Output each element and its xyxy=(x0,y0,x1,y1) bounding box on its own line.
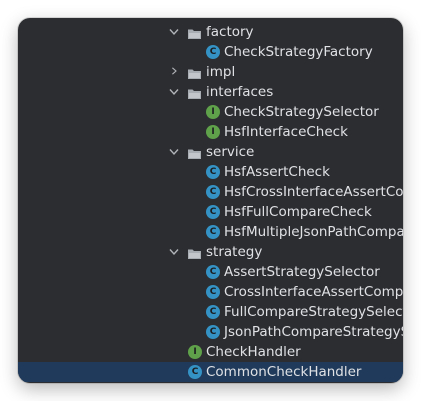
tree-item-label: FullCompareStrategySelect xyxy=(224,304,403,320)
interface-icon: I xyxy=(188,345,202,359)
tree-item[interactable]: C HsfMultipleJsonPathCompa xyxy=(18,222,403,242)
class-icon: C xyxy=(206,185,220,199)
tree-item[interactable]: C JsonPathCompareStrategyS xyxy=(18,322,403,342)
class-icon: C xyxy=(206,325,220,339)
tree-item[interactable]: C CheckStrategyFactory xyxy=(18,42,403,62)
tree-item-label: JsonPathCompareStrategyS xyxy=(224,324,403,340)
tree-item[interactable]: C CrossInterfaceAssertCompa xyxy=(18,282,403,302)
tree-folder-factory[interactable]: factory xyxy=(18,22,403,42)
interface-icon: I xyxy=(206,105,220,119)
tree-folder-interfaces[interactable]: interfaces xyxy=(18,82,403,102)
tree-item-label: HsfCrossInterfaceAssertCo xyxy=(224,184,403,200)
tree-item[interactable]: C HsfCrossInterfaceAssertCo xyxy=(18,182,403,202)
tree-item-label: HsfAssertCheck xyxy=(224,164,330,180)
tree-item[interactable]: C AssertStrategySelector xyxy=(18,262,403,282)
tree-item-label: CrossInterfaceAssertCompa xyxy=(224,284,403,300)
tree-item[interactable]: C HsfAssertCheck xyxy=(18,162,403,182)
tree-folder-label: interfaces xyxy=(206,84,274,100)
interface-icon: I xyxy=(206,125,220,139)
folder-icon xyxy=(187,246,202,259)
tree-item-label: HsfFullCompareCheck xyxy=(224,204,372,220)
class-icon: C xyxy=(206,285,220,299)
chevron-right-icon[interactable] xyxy=(168,62,180,82)
tree-folder-service[interactable]: service xyxy=(18,142,403,162)
tree-folder-label: strategy xyxy=(206,244,263,260)
tree-item[interactable]: I HsfInterfaceCheck xyxy=(18,122,403,142)
tree-folder-label: impl xyxy=(206,64,236,80)
chevron-down-icon[interactable] xyxy=(168,142,180,162)
tree-item-label: HsfMultipleJsonPathCompa xyxy=(224,224,403,240)
class-icon: C xyxy=(206,305,220,319)
class-icon: C xyxy=(206,205,220,219)
chevron-down-icon[interactable] xyxy=(168,242,180,262)
tree-folder-impl[interactable]: impl xyxy=(18,62,403,82)
class-icon: C xyxy=(206,165,220,179)
class-icon: C xyxy=(206,265,220,279)
tree-item-label: CommonCheckHandler xyxy=(206,364,362,380)
folder-icon xyxy=(187,26,202,39)
tree-item-label: CheckStrategyFactory xyxy=(224,44,373,60)
tree-folder-strategy[interactable]: strategy xyxy=(18,242,403,262)
tree-item-label: AssertStrategySelector xyxy=(224,264,380,280)
tree-item[interactable]: I CheckStrategySelector xyxy=(18,102,403,122)
tree-item[interactable]: C HsfFullCompareCheck xyxy=(18,202,403,222)
tree-item[interactable]: C FullCompareStrategySelect xyxy=(18,302,403,322)
class-icon: C xyxy=(188,365,202,379)
tree-folder-label: factory xyxy=(206,24,254,40)
chevron-down-icon[interactable] xyxy=(168,22,180,42)
tree-item-label: CheckHandler xyxy=(206,344,301,360)
chevron-down-icon[interactable] xyxy=(168,82,180,102)
tree-item-label: CheckStrategySelector xyxy=(224,104,379,120)
class-icon: C xyxy=(206,45,220,59)
class-icon: C xyxy=(206,225,220,239)
tree-folder-label: service xyxy=(206,144,255,160)
folder-icon xyxy=(187,66,202,79)
tree-item-label: HsfInterfaceCheck xyxy=(224,124,348,140)
tree-item[interactable]: I CheckHandler xyxy=(18,342,403,362)
folder-icon xyxy=(187,146,202,159)
folder-icon xyxy=(187,86,202,99)
tree-item-selected[interactable]: C CommonCheckHandler xyxy=(18,362,403,382)
project-tree-panel: factory C CheckStrategyFactory impl inte… xyxy=(18,18,403,383)
project-tree: factory C CheckStrategyFactory impl inte… xyxy=(18,22,403,382)
